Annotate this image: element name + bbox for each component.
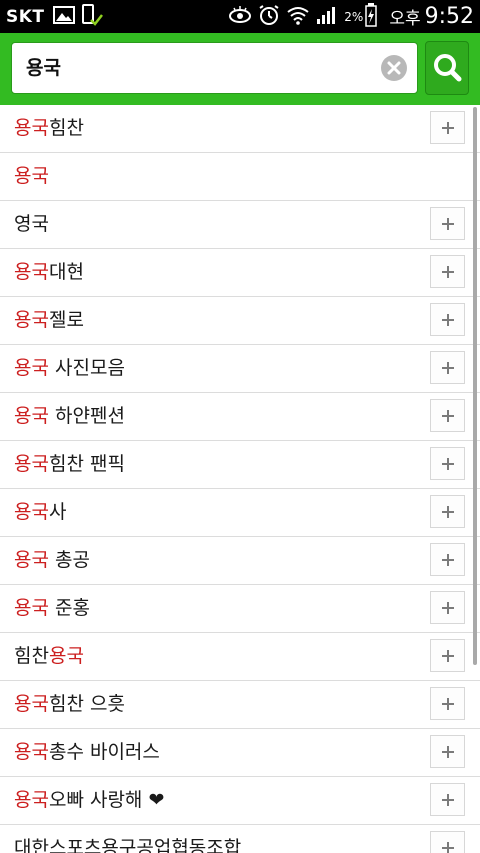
- add-suggestion-button[interactable]: [430, 111, 465, 144]
- suggestion-text: 용국힘찬 으흣: [14, 681, 125, 728]
- suggestion-text: 용국: [14, 153, 49, 200]
- suggestion-text: 힘찬용국: [14, 633, 84, 680]
- suggestion-text: 영국: [14, 201, 49, 248]
- search-query-text[interactable]: 용국: [26, 43, 61, 93]
- suggestion-row[interactable]: 용국힘찬 으흣: [0, 681, 480, 729]
- suggestion-highlight: 용국: [14, 453, 49, 475]
- suggestion-row[interactable]: 용국 준홍: [0, 585, 480, 633]
- battery-percent: 2%: [344, 9, 364, 24]
- suggestion-text: 용국젤로: [14, 297, 84, 344]
- suggestion-text: 용국 하얀펜션: [14, 393, 125, 440]
- suggestion-rest: 준홍: [48, 597, 90, 619]
- battery-charging-icon: [365, 2, 378, 31]
- wifi-icon: [286, 5, 310, 29]
- eye-icon: [228, 5, 252, 28]
- suggestion-highlight: 용국: [14, 597, 49, 619]
- add-suggestion-button[interactable]: [430, 303, 465, 336]
- suggestion-prefix: 힘찬: [14, 645, 49, 667]
- ampm-label: 오후: [389, 9, 421, 29]
- add-suggestion-button[interactable]: [430, 447, 465, 480]
- suggestion-highlight: 용국: [14, 117, 49, 139]
- add-suggestion-button[interactable]: [430, 495, 465, 528]
- suggestion-text: 용국 총공: [14, 537, 90, 584]
- search-button[interactable]: [425, 41, 469, 95]
- close-icon: [387, 61, 401, 75]
- image-notification-icon: [52, 5, 75, 28]
- suggestion-highlight: 용국: [48, 645, 84, 667]
- suggestion-rest: 하얀펜션: [48, 405, 125, 427]
- suggestion-text: 용국대현: [14, 249, 84, 296]
- suggestion-row[interactable]: 용국: [0, 153, 480, 201]
- suggestion-rest: 힘찬: [48, 117, 84, 139]
- suggestion-row[interactable]: 대한스포츠용구공업협동조합: [0, 825, 480, 853]
- suggestion-highlight: 용국: [14, 357, 49, 379]
- suggestion-text: 용국힘찬 팬픽: [14, 441, 125, 488]
- suggestion-text: 용국오빠 사랑해 ❤: [14, 777, 164, 824]
- suggestion-list: 용국힘찬 용국 영국 용국대현 용국젤로 용국 사진모음 용국 하얀펜션 용국힘찬 팬픽 용국사…: [0, 105, 480, 853]
- add-suggestion-button[interactable]: [430, 207, 465, 240]
- search-icon: [434, 54, 462, 82]
- carrier-label: SKT: [6, 6, 45, 27]
- suggestion-text: 용국총수 바이러스: [14, 729, 160, 776]
- suggestion-rest: 총공: [48, 549, 90, 571]
- add-suggestion-button[interactable]: [430, 783, 465, 816]
- add-suggestion-button[interactable]: [430, 543, 465, 576]
- suggestion-row[interactable]: 힘찬용국: [0, 633, 480, 681]
- suggestion-rest: 힘찬 팬픽: [48, 453, 125, 475]
- suggestion-text: 대한스포츠용구공업협동조합: [14, 825, 241, 853]
- add-suggestion-button[interactable]: [430, 399, 465, 432]
- add-suggestion-button[interactable]: [430, 639, 465, 672]
- scrollbar[interactable]: [473, 107, 477, 665]
- suggestion-highlight: 용국: [14, 309, 49, 331]
- search-header: 용국: [0, 33, 480, 105]
- suggestion-highlight: 용국: [14, 549, 49, 571]
- suggestion-rest: 오빠 사랑해 ❤: [48, 789, 165, 811]
- suggestion-rest: 대한스포츠용구공업협동조합: [14, 837, 242, 853]
- suggestion-text: 용국사: [14, 489, 66, 536]
- suggestion-row[interactable]: 용국 사진모음: [0, 345, 480, 393]
- suggestion-row[interactable]: 용국 하얀펜션: [0, 393, 480, 441]
- suggestion-row[interactable]: 용국총수 바이러스: [0, 729, 480, 777]
- suggestion-row[interactable]: 용국오빠 사랑해 ❤: [0, 777, 480, 825]
- suggestion-rest: 사: [48, 501, 67, 523]
- suggestion-rest: 젤로: [48, 309, 84, 331]
- suggestion-text: 용국 준홍: [14, 585, 90, 632]
- add-suggestion-button[interactable]: [430, 735, 465, 768]
- suggestion-row[interactable]: 영국: [0, 201, 480, 249]
- suggestion-highlight: 용국: [14, 501, 49, 523]
- suggestion-rest: 총수 바이러스: [48, 741, 160, 763]
- suggestion-rest: 사진모음: [48, 357, 125, 379]
- clear-search-button[interactable]: [381, 55, 407, 81]
- add-suggestion-button[interactable]: [430, 255, 465, 288]
- suggestion-text: 용국힘찬: [14, 105, 84, 152]
- add-suggestion-button[interactable]: [430, 831, 465, 853]
- suggestion-row[interactable]: 용국사: [0, 489, 480, 537]
- suggestion-highlight: 용국: [14, 741, 49, 763]
- search-input[interactable]: 용국: [11, 42, 418, 94]
- suggestion-row[interactable]: 용국대현: [0, 249, 480, 297]
- download-complete-icon: [81, 3, 103, 31]
- suggestion-row[interactable]: 용국 총공: [0, 537, 480, 585]
- suggestion-highlight: 용국: [14, 693, 49, 715]
- suggestion-highlight: 용국: [14, 261, 49, 283]
- suggestion-highlight: 용국: [14, 789, 49, 811]
- suggestion-row[interactable]: 용국젤로: [0, 297, 480, 345]
- suggestion-highlight: 용국: [14, 165, 49, 187]
- add-suggestion-button[interactable]: [430, 351, 465, 384]
- suggestion-rest: 힘찬 으흣: [48, 693, 125, 715]
- suggestion-highlight: 용국: [14, 405, 49, 427]
- clock-time: 9:52: [424, 4, 474, 29]
- suggestion-row[interactable]: 용국힘찬 팬픽: [0, 441, 480, 489]
- add-suggestion-button[interactable]: [430, 687, 465, 720]
- add-suggestion-button[interactable]: [430, 591, 465, 624]
- alarm-icon: [258, 4, 280, 30]
- suggestion-rest: 영국: [14, 213, 49, 235]
- status-bar: SKT 2% 오후 9:52: [0, 0, 480, 33]
- signal-icon: [316, 5, 338, 29]
- suggestion-text: 용국 사진모음: [14, 345, 125, 392]
- suggestion-rest: 대현: [48, 261, 84, 283]
- suggestion-row[interactable]: 용국힘찬: [0, 105, 480, 153]
